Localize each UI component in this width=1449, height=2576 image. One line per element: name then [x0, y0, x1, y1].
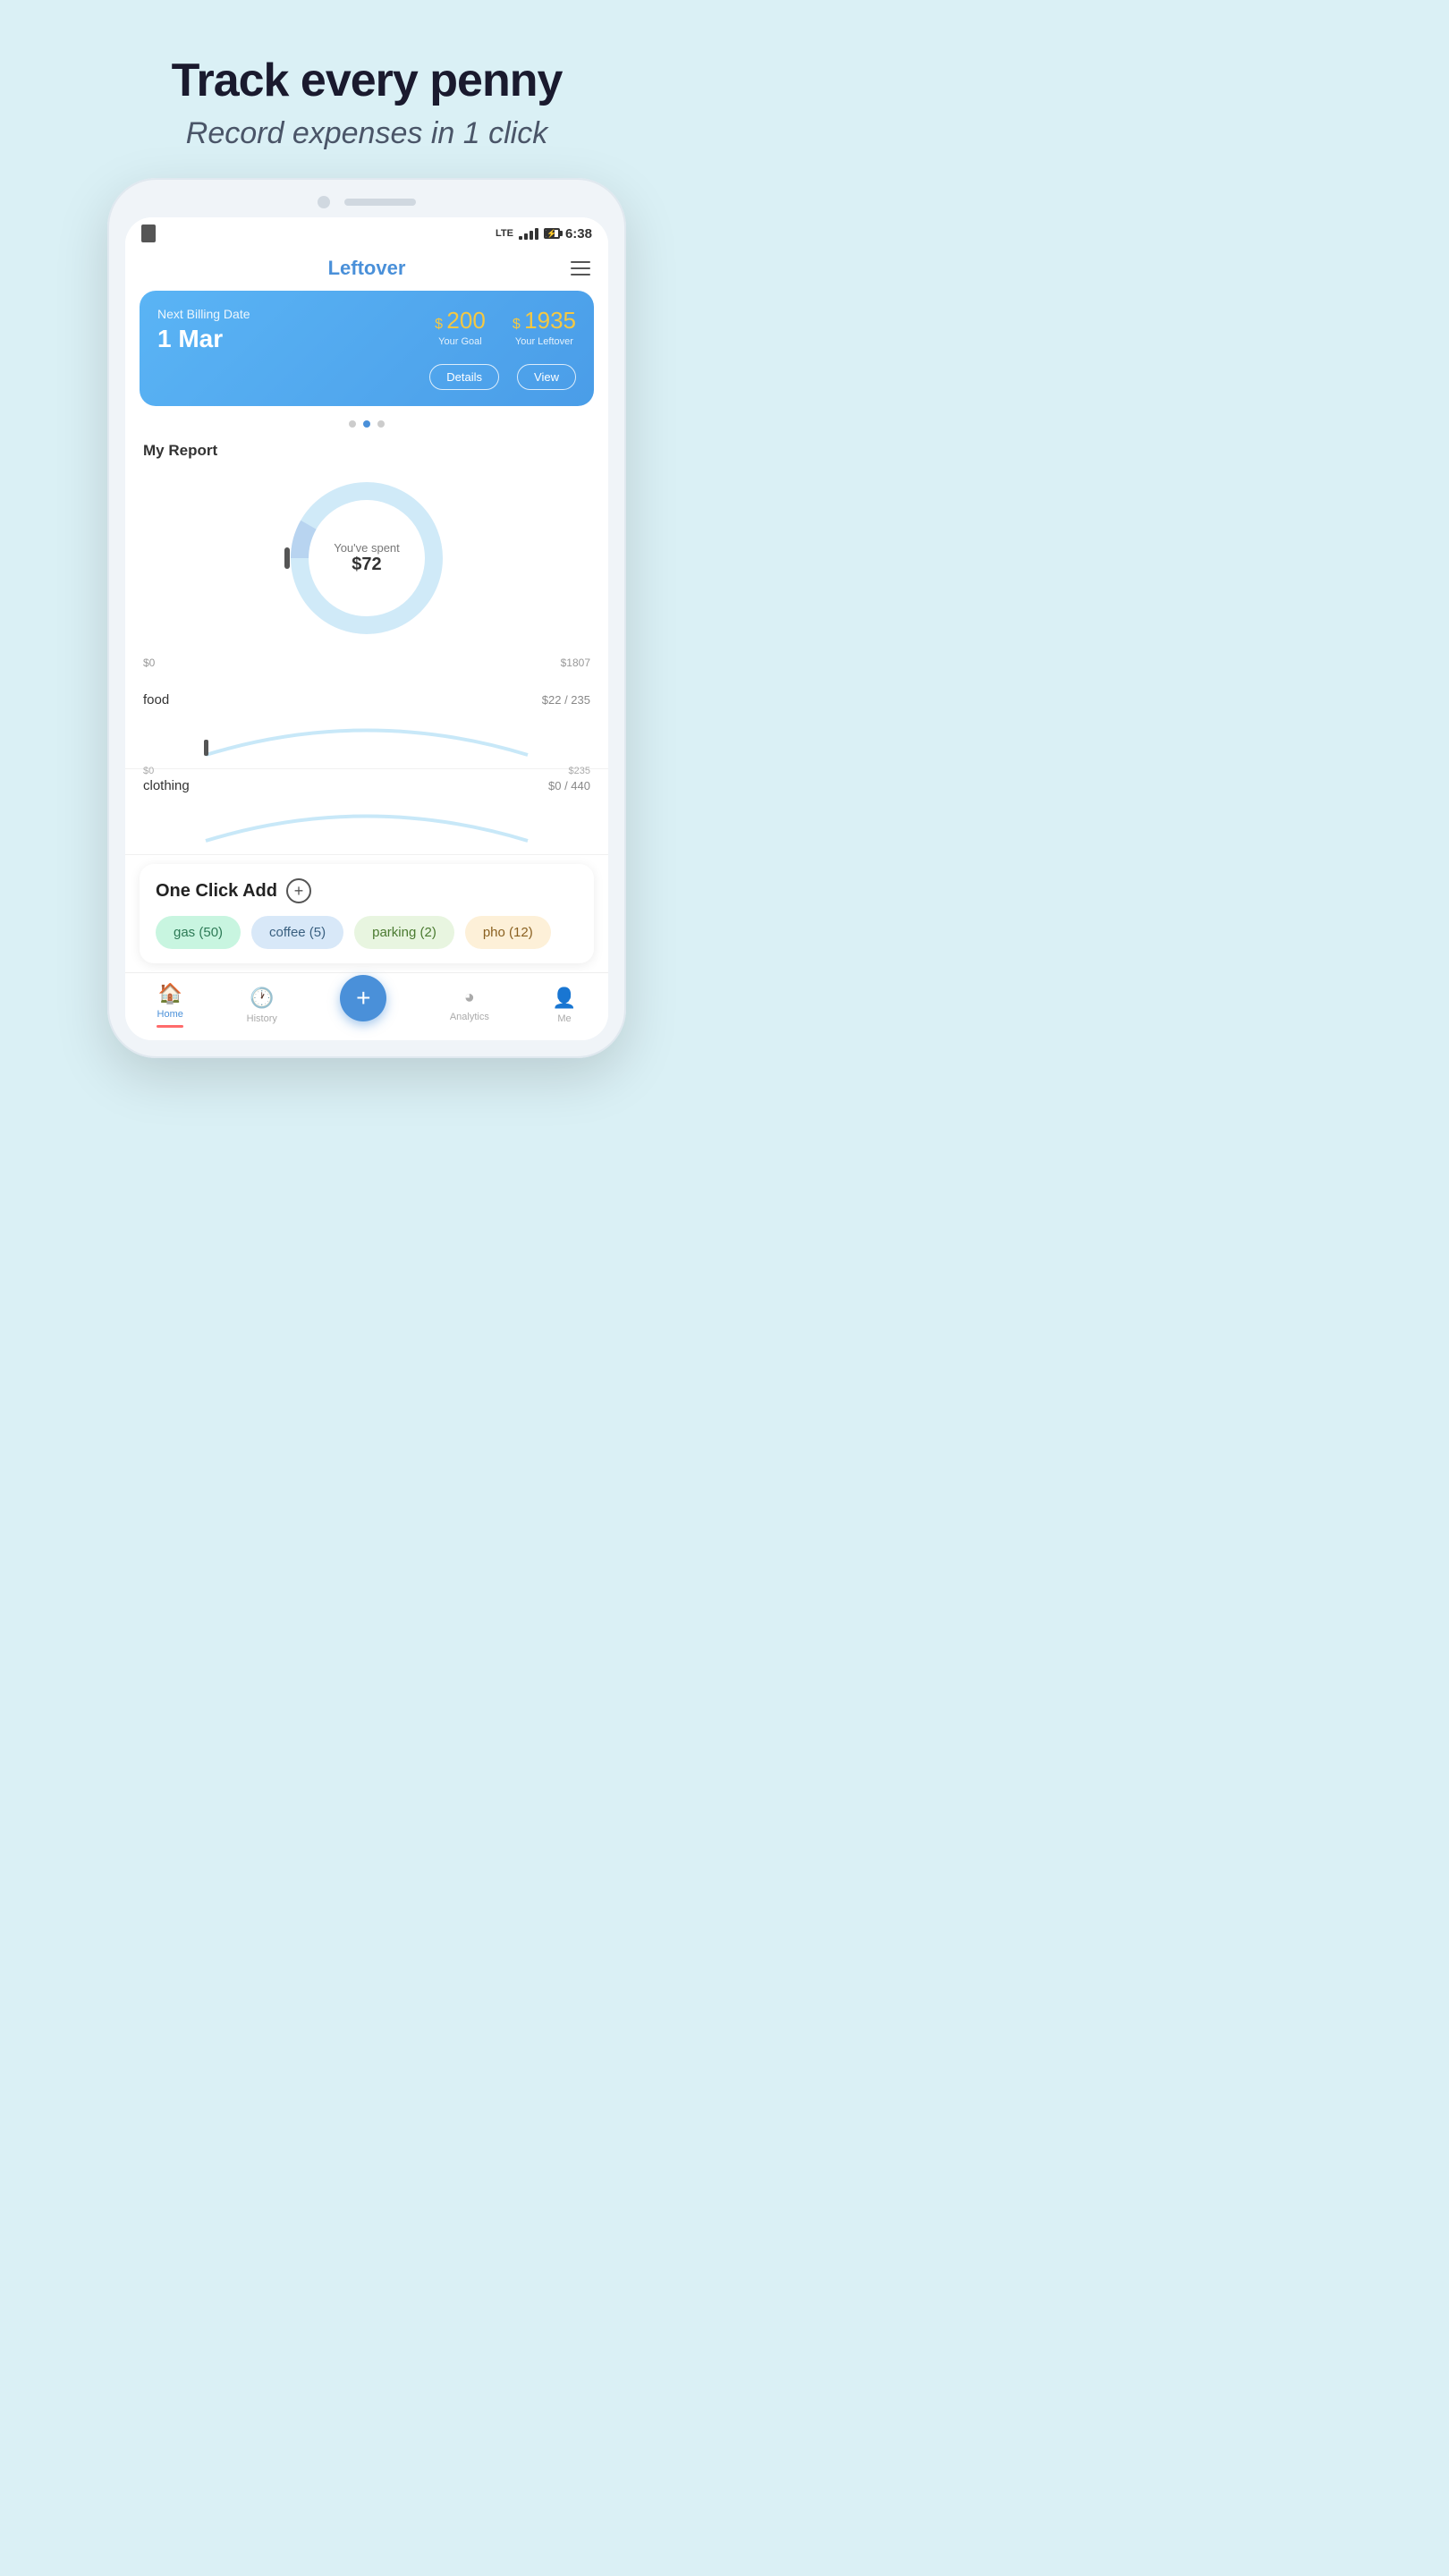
menu-line-2	[571, 267, 590, 269]
menu-line-3	[571, 274, 590, 275]
signal-bar-4	[535, 228, 538, 240]
gas-button[interactable]: gas (50)	[156, 916, 241, 949]
food-axis-right: $235	[569, 766, 590, 776]
spent-label: You've spent	[334, 541, 400, 555]
category-clothing: clothing $0 / 440	[125, 769, 608, 855]
spent-value: $72	[334, 555, 400, 575]
signal-bars	[519, 227, 538, 240]
nav-history[interactable]: 🕐 History	[247, 987, 277, 1024]
clothing-name: clothing	[143, 778, 190, 793]
analytics-icon: ◕	[464, 987, 475, 1008]
bottom-nav: 🏠 Home 🕐 History + ◕ Analytics 👤 Me	[125, 972, 608, 1040]
billing-leftover: $ 1935 Your Leftover	[513, 307, 576, 347]
clothing-amount: $0 / 440	[548, 779, 590, 792]
food-arc-axis: $0 $235	[143, 766, 590, 776]
hero-title: Track every penny	[172, 54, 563, 107]
leftover-dollar-sign: $	[513, 317, 524, 332]
lte-label: LTE	[496, 228, 513, 239]
carousel-dots	[125, 420, 608, 428]
clothing-arc-area	[143, 801, 590, 845]
signal-bar-2	[524, 233, 528, 240]
billing-date-section: Next Billing Date 1 Mar	[157, 307, 250, 353]
food-amount: $22 / 235	[542, 693, 590, 707]
home-label: Home	[157, 1009, 183, 1020]
quick-buttons: gas (50) coffee (5) parking (2) pho (12)	[156, 916, 578, 949]
me-icon: 👤	[552, 987, 576, 1010]
axis-left: $0	[143, 657, 155, 669]
home-icon: 🏠	[158, 982, 182, 1005]
app-header: Leftover	[125, 246, 608, 291]
time-display: 6:38	[565, 226, 592, 242]
me-label: Me	[557, 1013, 571, 1024]
phone-top-bar	[125, 196, 608, 208]
billing-goal: $ 200 Your Goal	[435, 307, 486, 347]
phone-camera	[318, 196, 330, 208]
donut-chart-wrap: You've spent $72	[277, 469, 456, 648]
dot-2	[363, 420, 370, 428]
phone-screen: LTE ⚡ 6:38 Leftover	[125, 217, 608, 1040]
billing-card: Next Billing Date 1 Mar $ 200 Your Goal …	[140, 291, 594, 406]
pho-button[interactable]: pho (12)	[465, 916, 551, 949]
hero-subtitle: Record expenses in 1 click	[172, 116, 563, 151]
one-click-title: One Click Add	[156, 881, 277, 902]
goal-dollar-sign: $	[435, 317, 446, 332]
donut-center-text: You've spent $72	[334, 541, 400, 575]
nav-me[interactable]: 👤 Me	[552, 987, 576, 1024]
category-clothing-info: clothing $0 / 440	[143, 778, 590, 793]
food-arc-area: $0 $235	[143, 715, 590, 759]
status-right: LTE ⚡ 6:38	[496, 226, 592, 242]
status-left	[141, 225, 156, 242]
dot-3	[377, 420, 385, 428]
add-icon[interactable]: +	[286, 878, 311, 903]
food-name: food	[143, 692, 169, 708]
phone-speaker	[344, 199, 416, 206]
billing-amounts: $ 200 Your Goal $ 1935 Your Leftover	[435, 307, 576, 347]
app-title: Leftover	[328, 257, 406, 280]
signal-bar-3	[530, 231, 533, 240]
phone-frame: LTE ⚡ 6:38 Leftover	[107, 178, 626, 1058]
billing-date-value: 1 Mar	[157, 325, 250, 353]
hero-section: Track every penny Record expenses in 1 c…	[172, 0, 563, 178]
category-food-info: food $22 / 235	[143, 692, 590, 708]
dot-1	[349, 420, 356, 428]
battery-icon: ⚡	[544, 228, 560, 239]
billing-leftover-label: Your Leftover	[513, 336, 576, 347]
one-click-header: One Click Add +	[156, 878, 578, 903]
add-fab-button[interactable]: +	[340, 975, 386, 1021]
status-bar: LTE ⚡ 6:38	[125, 217, 608, 246]
bolt-icon: ⚡	[547, 229, 556, 239]
my-report-title: My Report	[125, 442, 608, 460]
food-axis-left: $0	[143, 766, 154, 776]
home-underline	[157, 1025, 183, 1028]
billing-goal-value: $ 200	[435, 307, 486, 335]
chart-axis-labels: $0 $1807	[125, 657, 608, 669]
coffee-button[interactable]: coffee (5)	[251, 916, 343, 949]
hamburger-menu-icon[interactable]	[571, 261, 590, 275]
axis-right: $1807	[561, 657, 590, 669]
chart-needle	[284, 547, 290, 569]
nav-home[interactable]: 🏠 Home	[157, 982, 183, 1028]
history-label: History	[247, 1013, 277, 1024]
one-click-section: One Click Add + gas (50) coffee (5) park…	[140, 864, 594, 963]
category-food: food $22 / 235 $0 $235	[125, 683, 608, 769]
billing-leftover-value: $ 1935	[513, 307, 576, 335]
billing-goal-label: Your Goal	[435, 336, 486, 347]
menu-line-1	[571, 261, 590, 263]
view-button[interactable]: View	[517, 364, 576, 390]
billing-actions: Details View	[157, 364, 576, 390]
phone-icon	[141, 225, 156, 242]
nav-analytics[interactable]: ◕ Analytics	[450, 987, 489, 1022]
analytics-label: Analytics	[450, 1012, 489, 1022]
billing-header: Next Billing Date 1 Mar $ 200 Your Goal …	[157, 307, 576, 353]
signal-bar-1	[519, 236, 522, 240]
history-icon: 🕐	[250, 987, 274, 1010]
clothing-arc-svg	[143, 801, 590, 845]
food-arc-svg	[143, 715, 590, 759]
parking-button[interactable]: parking (2)	[354, 916, 454, 949]
details-button[interactable]: Details	[429, 364, 499, 390]
billing-date-label: Next Billing Date	[157, 307, 250, 321]
donut-chart-area: You've spent $72	[143, 469, 590, 648]
